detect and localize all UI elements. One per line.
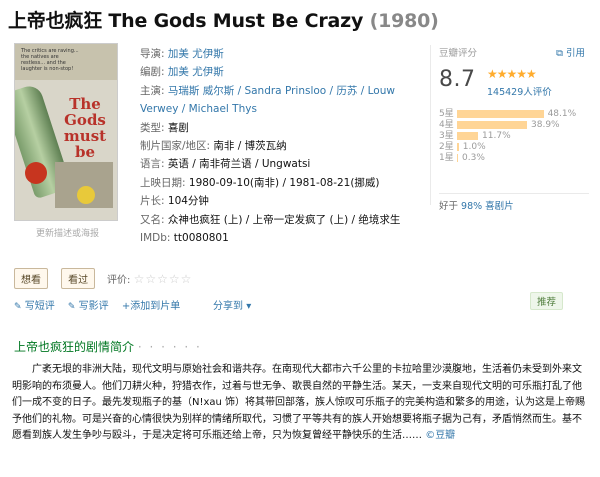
movie-title: 上帝也疯狂 The Gods Must Be Crazy (1980) [8, 6, 439, 33]
rating-stars-icon: ★★★★★ [487, 67, 537, 81]
rating-bar-percent: 48.1% [547, 109, 577, 119]
want-to-watch-button[interactable]: 想看 [14, 268, 48, 289]
add-to-list-link[interactable]: +添加到片单 [122, 301, 180, 312]
info-cast: 主演: 马瑞斯 威尔斯 / Sandra Prinsloo / 历苏 / Lou… [140, 84, 395, 97]
pencil-icon: ✎ [67, 302, 76, 312]
info-language: 语言: 英语 / 南非荷兰语 / Ungwatsi [140, 158, 311, 171]
better-than-link[interactable]: 98% 喜剧片 [461, 201, 514, 212]
info-runtime: 片长: 104分钟 [140, 195, 209, 208]
chevron-down-icon: ▾ [246, 301, 252, 312]
rating-stars-input[interactable]: ☆☆☆☆☆ [134, 272, 193, 286]
cite-icon: ⧉ [556, 48, 563, 59]
info-imdb: IMDb: tt0080801 [140, 232, 229, 245]
cast-link-cont[interactable]: Verwey / Michael Thys [140, 103, 257, 115]
info-country: 制片国家/地区: 南非 / 博茨瓦纳 [140, 140, 287, 153]
rating-score: 8.7 [439, 67, 476, 92]
update-description-link[interactable]: 更新描述或海报 [36, 226, 99, 239]
rating-bar [457, 120, 528, 129]
rating-bar-label: 2星 [439, 142, 454, 152]
rating-bar-row: 4星 38.9% [439, 120, 576, 131]
recommend-button[interactable]: 推荐 [530, 292, 564, 310]
cite-button[interactable]: ⧉ 引用 [556, 45, 585, 59]
rating-bar-percent: 1.0% [462, 142, 486, 152]
rating-bar-label: 3星 [439, 131, 454, 141]
review-link[interactable]: ✎ 写影评 [68, 301, 109, 312]
rating-bar [457, 153, 458, 162]
rating-better-than: 好于 98% 喜剧片 [439, 193, 589, 212]
rating-bar-label: 4星 [439, 120, 454, 130]
rating-bar-percent: 11.7% [482, 131, 511, 141]
movie-poster[interactable]: The critics are raving... the natives ar… [14, 43, 118, 221]
writer-link[interactable]: 加美 尤伊斯 [168, 66, 224, 78]
summary-text: 广袤无垠的非洲大陆，现代文明与原始社会和谐共存。在南现代大都市六千公里的卡拉哈里… [12, 364, 586, 442]
rating-bar-row: 3星 11.7% [439, 131, 576, 142]
rating-bar-row: 2星 1.0% [439, 142, 576, 153]
movie-year: (1980) [369, 10, 439, 32]
movie-title-text: 上帝也疯狂 The Gods Must Be Crazy [8, 10, 364, 32]
info-writer: 编剧: 加美 尤伊斯 [140, 66, 224, 79]
rating-bar [457, 131, 479, 140]
rating-bar-label: 5星 [439, 109, 454, 119]
info-director: 导演: 加美 尤伊斯 [140, 48, 224, 60]
info-release: 上映日期: 1980-09-10(南非) / 1981-08-21(挪威) [140, 176, 380, 189]
rating-bar [457, 109, 544, 118]
pencil-icon: ✎ [14, 302, 22, 312]
summary-heading: 上帝也疯狂的剧情简介 · · · · · · [14, 340, 202, 354]
rating-distribution: 5星 48.1% 4星 38.9% 3星 11.7% 2星 1.0% 1星 0.3% [439, 109, 576, 164]
poster-badge [77, 186, 95, 204]
movie-info: 导演: 加美 尤伊斯 编剧: 加美 尤伊斯 主演: 马瑞斯 威尔斯 / Sand… [140, 45, 410, 247]
share-dropdown[interactable]: 分享到 ▾ [213, 297, 251, 312]
douban-source-link[interactable]: ©豆瓣 [425, 430, 455, 441]
info-cast-cont: Verwey / Michael Thys [140, 100, 410, 118]
rating-bar-percent: 38.9% [531, 120, 560, 130]
user-actions: 想看 看过 [14, 268, 103, 289]
rating-bar-row: 1星 0.3% [439, 153, 576, 164]
poster-sticker [25, 162, 47, 184]
rating-bar-label: 1星 [439, 153, 454, 163]
director-link[interactable]: 加美 尤伊斯 [168, 48, 224, 60]
rating-header: 豆瓣评分 ⧉ 引用 [439, 45, 599, 61]
poster-tagline: The critics are raving... the natives ar… [21, 48, 79, 72]
user-rating: 评价: ☆☆☆☆☆ [107, 272, 193, 286]
cast-link[interactable]: 马瑞斯 威尔斯 / Sandra Prinsloo / 历苏 / Louw [168, 85, 395, 97]
action-links: ✎ 写短评 ✎ 写影评 +添加到片单 [14, 297, 190, 312]
info-genre: 类型: 喜剧 [140, 121, 189, 134]
short-review-link[interactable]: ✎ 写短评 [14, 301, 55, 312]
rating-panel: 豆瓣评分 ⧉ 引用 8.7 ★★★★★ 145429人评价 5星 48.1% 4星 3… [430, 45, 599, 212]
watched-button[interactable]: 看过 [61, 268, 96, 289]
rating-bar-row: 5星 48.1% [439, 109, 576, 120]
info-aka: 又名: 众神也疯狂 (上) / 上帝一定发疯了 (上) / 绝境求生 [140, 213, 401, 226]
rating-bar-percent: 0.3% [462, 153, 485, 163]
rating-votes-link[interactable]: 145429人评价 [487, 84, 552, 98]
rating-bar [457, 142, 459, 151]
